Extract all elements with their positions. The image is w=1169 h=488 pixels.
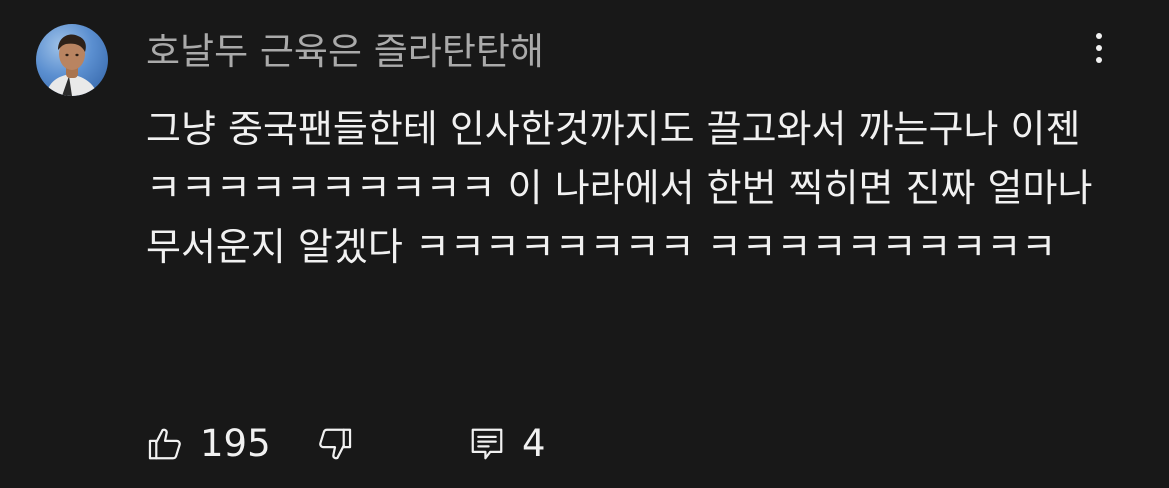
comment-icon: [468, 425, 506, 463]
menu-dot: [1096, 33, 1102, 39]
dislike-button[interactable]: [316, 418, 354, 470]
like-button[interactable]: 195: [146, 418, 271, 470]
thumbs-up-icon: [146, 425, 184, 463]
avatar-image: [46, 34, 98, 96]
comment-text: 그냥 중국팬들한테 인사한것까지도 끌고와서 까는구나 이젠 ㅋㅋㅋㅋㅋㅋㅋㅋㅋ…: [146, 107, 1093, 269]
reply-button[interactable]: 4: [468, 418, 546, 470]
comment-card: 호날두 근육은 즐라탄탄해 그냥 중국팬들한테 인사한것까지도 끌고와서 까는구…: [0, 0, 1169, 488]
like-count: 195: [200, 422, 271, 465]
thumbs-down-icon: [316, 425, 354, 463]
reply-count: 4: [522, 422, 546, 465]
comment-actions: 195 4: [146, 418, 746, 470]
menu-dot: [1096, 57, 1102, 63]
menu-dot: [1096, 45, 1102, 51]
comment-author[interactable]: 호날두 근육은 즐라탄탄해: [146, 26, 544, 78]
avatar[interactable]: [36, 24, 108, 96]
more-options-button[interactable]: [1080, 26, 1118, 70]
